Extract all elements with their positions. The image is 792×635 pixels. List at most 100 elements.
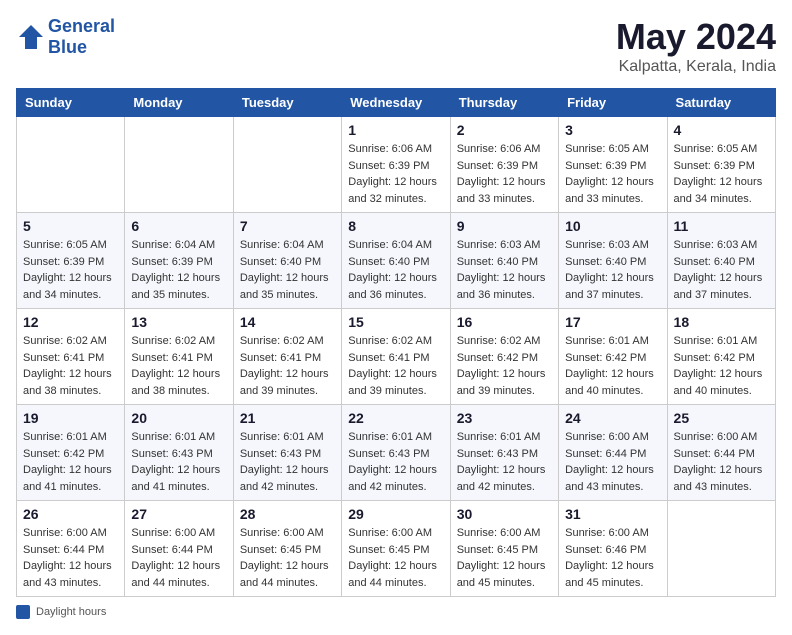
day-info: Sunrise: 6:00 AMSunset: 6:44 PMDaylight:… [565,429,660,495]
day-number: 18 [674,314,769,330]
calendar-week-row: 5Sunrise: 6:05 AMSunset: 6:39 PMDaylight… [17,213,776,309]
calendar-week-row: 12 Sunrise: 6:02 AMSunset: 6:41 PMDayligh… [17,309,776,405]
day-number: 19 [23,410,118,426]
table-row: 21 Sunrise: 6:01 AMSunset: 6:43 PMDayligh… [233,405,341,501]
day-number: 23 [457,410,552,426]
table-row [667,501,775,597]
day-number: 2 [457,122,552,138]
day-number: 16 [457,314,552,330]
calendar-week-row: 19Sunrise: 6:01 AMSunset: 6:42 PMDayligh… [17,405,776,501]
table-row [125,117,233,213]
day-info: Sunrise: 6:05 AMSunset: 6:39 PMDaylight:… [565,141,660,207]
table-row: 19Sunrise: 6:01 AMSunset: 6:42 PMDayligh… [17,405,125,501]
col-tuesday: Tuesday [233,89,341,117]
day-info: Sunrise: 6:00 AMSunset: 6:45 PMDaylight:… [348,525,443,591]
footer: Daylight hours [16,605,776,619]
day-number: 15 [348,314,443,330]
day-number: 21 [240,410,335,426]
day-info: Sunrise: 6:03 AMSunset: 6:40 PMDaylight:… [457,237,552,303]
day-info: Sunrise: 6:01 AMSunset: 6:43 PMDaylight:… [457,429,552,495]
table-row: 28Sunrise: 6:00 AMSunset: 6:45 PMDayligh… [233,501,341,597]
table-row: 11Sunrise: 6:03 AMSunset: 6:40 PMDayligh… [667,213,775,309]
day-info: Sunrise: 6:01 AMSunset: 6:42 PMDaylight:… [565,333,660,399]
day-info: Sunrise: 6:03 AMSunset: 6:40 PMDaylight:… [565,237,660,303]
daylight-label: Daylight hours [36,606,106,618]
day-number: 3 [565,122,660,138]
table-row: 24 Sunrise: 6:00 AMSunset: 6:44 PMDayligh… [559,405,667,501]
col-friday: Friday [559,89,667,117]
day-info: Sunrise: 6:00 AMSunset: 6:45 PMDaylight:… [240,525,335,591]
day-number: 24 [565,410,660,426]
logo-text-line1: General [48,16,115,37]
table-row: 26Sunrise: 6:00 AMSunset: 6:44 PMDayligh… [17,501,125,597]
table-row: 30 Sunrise: 6:00 AMSunset: 6:45 PMDayligh… [450,501,558,597]
calendar-table: Sunday Monday Tuesday Wednesday Thursday… [16,88,776,597]
table-row: 25 Sunrise: 6:00 AMSunset: 6:44 PMDayligh… [667,405,775,501]
day-info: Sunrise: 6:00 AMSunset: 6:45 PMDaylight:… [457,525,552,591]
title-block: May 2024 Kalpatta, Kerala, India [616,16,776,76]
logo: General Blue [16,16,115,58]
table-row: 6Sunrise: 6:04 AMSunset: 6:39 PMDaylight… [125,213,233,309]
col-thursday: Thursday [450,89,558,117]
table-row: 7 Sunrise: 6:04 AMSunset: 6:40 PMDaylight… [233,213,341,309]
day-number: 9 [457,218,552,234]
table-row [233,117,341,213]
day-info: Sunrise: 6:01 AMSunset: 6:43 PMDaylight:… [131,429,226,495]
day-number: 25 [674,410,769,426]
day-number: 11 [674,218,769,234]
logo-icon [16,22,46,52]
day-info: Sunrise: 6:02 AMSunset: 6:41 PMDaylight:… [23,333,118,399]
table-row: 5Sunrise: 6:05 AMSunset: 6:39 PMDaylight… [17,213,125,309]
table-row: 14 Sunrise: 6:02 AMSunset: 6:41 PMDayligh… [233,309,341,405]
table-row [17,117,125,213]
day-number: 20 [131,410,226,426]
day-info: Sunrise: 6:00 AMSunset: 6:44 PMDaylight:… [131,525,226,591]
day-number: 27 [131,506,226,522]
col-saturday: Saturday [667,89,775,117]
day-number: 12 [23,314,118,330]
table-row: 20 Sunrise: 6:01 AMSunset: 6:43 PMDayligh… [125,405,233,501]
daylight-legend-dot [16,605,30,619]
day-number: 14 [240,314,335,330]
table-row: 1 Sunrise: 6:06 AMSunset: 6:39 PMDaylight… [342,117,450,213]
day-info: Sunrise: 6:00 AMSunset: 6:44 PMDaylight:… [674,429,769,495]
day-number: 30 [457,506,552,522]
day-number: 29 [348,506,443,522]
table-row: 22Sunrise: 6:01 AMSunset: 6:43 PMDayligh… [342,405,450,501]
day-number: 17 [565,314,660,330]
day-info: Sunrise: 6:05 AMSunset: 6:39 PMDaylight:… [674,141,769,207]
calendar-week-row: 1 Sunrise: 6:06 AMSunset: 6:39 PMDaylight… [17,117,776,213]
day-number: 7 [240,218,335,234]
day-info: Sunrise: 6:06 AMSunset: 6:39 PMDaylight:… [348,141,443,207]
day-info: Sunrise: 6:00 AMSunset: 6:46 PMDaylight:… [565,525,660,591]
day-info: Sunrise: 6:04 AMSunset: 6:39 PMDaylight:… [131,237,226,303]
location-subtitle: Kalpatta, Kerala, India [616,58,776,76]
calendar-header-row: Sunday Monday Tuesday Wednesday Thursday… [17,89,776,117]
day-number: 22 [348,410,443,426]
day-info: Sunrise: 6:04 AMSunset: 6:40 PMDaylight:… [240,237,335,303]
table-row: 4 Sunrise: 6:05 AMSunset: 6:39 PMDaylight… [667,117,775,213]
day-info: Sunrise: 6:01 AMSunset: 6:42 PMDaylight:… [674,333,769,399]
day-info: Sunrise: 6:02 AMSunset: 6:41 PMDaylight:… [240,333,335,399]
day-info: Sunrise: 6:02 AMSunset: 6:41 PMDaylight:… [348,333,443,399]
day-number: 4 [674,122,769,138]
day-info: Sunrise: 6:06 AMSunset: 6:39 PMDaylight:… [457,141,552,207]
col-wednesday: Wednesday [342,89,450,117]
day-info: Sunrise: 6:00 AMSunset: 6:44 PMDaylight:… [23,525,118,591]
day-info: Sunrise: 6:01 AMSunset: 6:43 PMDaylight:… [240,429,335,495]
table-row: 8Sunrise: 6:04 AMSunset: 6:40 PMDaylight… [342,213,450,309]
table-row: 2 Sunrise: 6:06 AMSunset: 6:39 PMDaylight… [450,117,558,213]
col-monday: Monday [125,89,233,117]
day-info: Sunrise: 6:04 AMSunset: 6:40 PMDaylight:… [348,237,443,303]
table-row: 13Sunrise: 6:02 AMSunset: 6:41 PMDayligh… [125,309,233,405]
day-info: Sunrise: 6:02 AMSunset: 6:41 PMDaylight:… [131,333,226,399]
table-row: 9 Sunrise: 6:03 AMSunset: 6:40 PMDaylight… [450,213,558,309]
main-title: May 2024 [616,16,776,58]
day-info: Sunrise: 6:05 AMSunset: 6:39 PMDaylight:… [23,237,118,303]
table-row: 15 Sunrise: 6:02 AMSunset: 6:41 PMDayligh… [342,309,450,405]
day-number: 1 [348,122,443,138]
col-sunday: Sunday [17,89,125,117]
table-row: 17 Sunrise: 6:01 AMSunset: 6:42 PMDayligh… [559,309,667,405]
calendar-week-row: 26Sunrise: 6:00 AMSunset: 6:44 PMDayligh… [17,501,776,597]
table-row: 29 Sunrise: 6:00 AMSunset: 6:45 PMDayligh… [342,501,450,597]
